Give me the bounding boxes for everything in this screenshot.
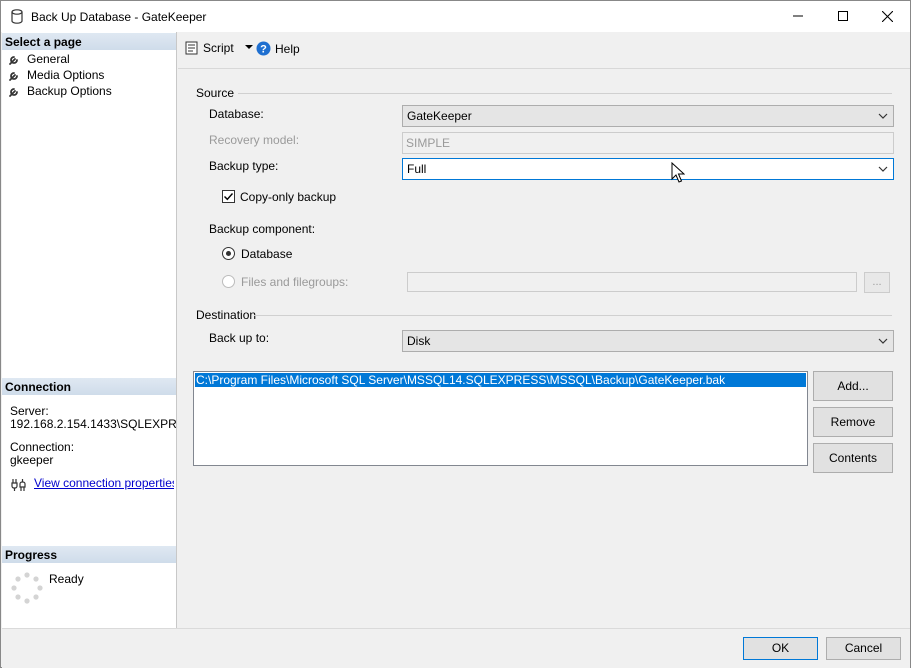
component-files-label: Files and filegroups: — [241, 275, 349, 289]
back-up-to-label: Back up to: — [209, 331, 270, 345]
add-button-label: Add... — [837, 379, 869, 393]
page-item-label: Media Options — [27, 68, 105, 82]
script-button[interactable]: Script — [185, 41, 256, 55]
component-database-label: Database — [241, 247, 293, 261]
title-bar: Back Up Database - GateKeeper — [1, 1, 910, 32]
remove-button-label: Remove — [830, 415, 876, 429]
connection-header: Connection — [2, 378, 176, 395]
dropdown-arrow-icon — [244, 45, 253, 49]
chevron-down-icon — [878, 338, 888, 344]
minimize-icon — [792, 15, 803, 17]
progress-header: Progress — [2, 546, 176, 563]
wrench-icon — [9, 71, 18, 81]
add-button[interactable]: Add... — [813, 371, 893, 401]
page-item-backup-options[interactable]: Backup Options — [8, 83, 112, 99]
recovery-model-label: Recovery model: — [209, 133, 300, 147]
remove-button[interactable]: Remove — [813, 407, 893, 437]
window-title: Back Up Database - GateKeeper — [31, 10, 207, 24]
dialog-footer: OK Cancel — [2, 628, 910, 668]
progress-status: Ready — [49, 572, 84, 586]
page-item-label: Backup Options — [27, 84, 112, 98]
destination-path-item[interactable]: C:\Program Files\Microsoft SQL Server\MS… — [195, 373, 806, 387]
maximize-icon — [837, 11, 848, 21]
page-item-media-options[interactable]: Media Options — [8, 67, 104, 83]
view-connection-properties-link[interactable]: View connection properties — [34, 476, 174, 490]
help-button[interactable]: ? Help — [256, 41, 300, 56]
back-up-to-value: Disk — [407, 334, 431, 348]
copy-only-checkbox[interactable] — [222, 190, 235, 203]
mouse-cursor-icon — [671, 162, 685, 183]
copy-only-label: Copy-only backup — [240, 190, 337, 204]
chevron-down-icon — [878, 166, 888, 172]
filegroups-browse-button[interactable]: ... — [864, 272, 890, 293]
server-label: Server: — [10, 404, 49, 418]
recovery-model-field: SIMPLE — [402, 132, 894, 154]
backup-type-value: Full — [407, 162, 427, 176]
component-files-radio[interactable] — [222, 275, 235, 288]
source-group-label: Source — [196, 86, 235, 100]
connection-value: gkeeper — [10, 453, 54, 467]
source-divider — [238, 93, 892, 94]
page-item-label: General — [27, 52, 70, 66]
page-item-general[interactable]: General — [8, 51, 70, 67]
cancel-button[interactable]: Cancel — [826, 637, 901, 660]
database-label: Database: — [209, 107, 264, 121]
wrench-icon — [9, 55, 18, 65]
help-label: Help — [275, 41, 300, 56]
database-value: GateKeeper — [407, 109, 472, 123]
server-value: 192.168.2.154.1433\SQLEXPRESS — [10, 417, 176, 431]
destination-group-label: Destination — [196, 308, 257, 322]
chevron-down-icon — [878, 113, 888, 119]
toolbar: Script ? Help — [178, 32, 910, 65]
backup-type-label: Backup type: — [209, 159, 279, 173]
back-up-to-combo[interactable]: Disk — [402, 330, 894, 352]
component-database-radio[interactable] — [222, 247, 235, 260]
left-pane: Select a page General Media Options Back… — [2, 32, 177, 628]
cancel-button-label: Cancel — [844, 641, 883, 655]
destination-list[interactable]: C:\Program Files\Microsoft SQL Server\MS… — [193, 371, 808, 466]
checkmark-icon — [224, 193, 234, 201]
help-icon: ? — [256, 41, 271, 56]
script-label: Script — [203, 41, 234, 55]
general-page-panel: Source Database: GateKeeper Recovery mod… — [178, 68, 910, 628]
contents-button[interactable]: Contents — [813, 443, 893, 473]
connection-label: Connection: — [10, 440, 75, 454]
connection-plug-icon — [11, 479, 26, 491]
close-button[interactable] — [865, 1, 910, 31]
recovery-model-value: SIMPLE — [406, 136, 451, 150]
backup-type-combo[interactable]: Full — [402, 158, 894, 180]
filegroups-field — [407, 272, 857, 292]
database-icon — [11, 9, 23, 24]
select-page-header: Select a page — [2, 33, 176, 50]
ok-button[interactable]: OK — [743, 637, 818, 660]
destination-divider — [254, 315, 892, 316]
ok-button-label: OK — [771, 641, 790, 655]
database-combo[interactable]: GateKeeper — [402, 105, 894, 127]
wrench-icon — [9, 87, 18, 97]
contents-button-label: Contents — [828, 451, 878, 465]
backup-database-dialog: Back Up Database - GateKeeper Select a p… — [0, 0, 911, 668]
script-icon — [185, 41, 198, 55]
minimize-button[interactable] — [775, 1, 820, 31]
progress-spinner-icon — [11, 572, 43, 604]
backup-component-label: Backup component: — [209, 222, 316, 236]
svg-text:?: ? — [260, 43, 267, 55]
maximize-button[interactable] — [820, 1, 865, 31]
close-icon — [882, 10, 893, 22]
